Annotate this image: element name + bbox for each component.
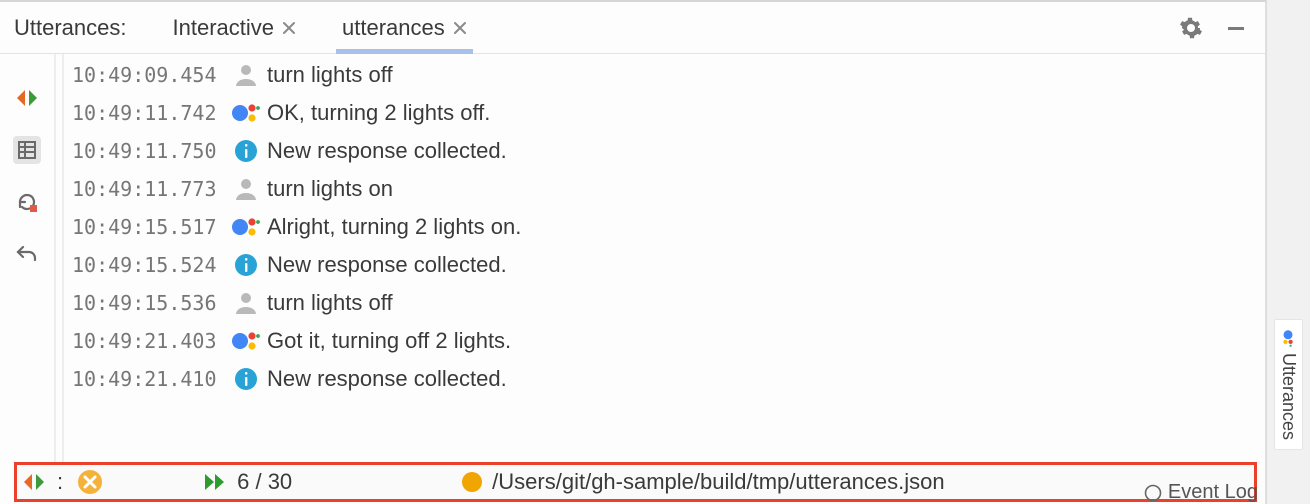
log-row: 10:49:21.410 New response collected. bbox=[64, 360, 1265, 398]
status-bar: : 6 / 30 /Users/git/gh-sample/build/tmp/… bbox=[14, 462, 1257, 502]
assistant-icon bbox=[227, 100, 265, 126]
close-icon[interactable] bbox=[282, 21, 296, 35]
panel-header: Utterances: Interactive utterances bbox=[0, 2, 1265, 54]
log-row: 10:49:15.536 turn lights off bbox=[64, 284, 1265, 322]
log-message: Got it, turning off 2 lights. bbox=[267, 328, 511, 354]
log-message: turn lights off bbox=[267, 290, 393, 316]
log-row: 10:49:21.425turn lights on bbox=[64, 398, 1265, 402]
log-message: turn lights on bbox=[267, 176, 393, 202]
assistant-icon bbox=[227, 214, 265, 240]
timestamp: 10:49:15.536 bbox=[72, 291, 227, 315]
timestamp: 10:49:11.773 bbox=[72, 177, 227, 201]
sidebar-tab-label: Utterances bbox=[1278, 353, 1299, 440]
tab-utterances[interactable]: utterances bbox=[338, 2, 471, 53]
run-toggle-icon[interactable] bbox=[23, 471, 45, 493]
gear-icon[interactable] bbox=[1179, 16, 1203, 40]
log-row: 10:49:11.773 turn lights on bbox=[64, 170, 1265, 208]
tab-interactive[interactable]: Interactive bbox=[169, 2, 301, 53]
sidebar-tab-utterances[interactable]: Utterances bbox=[1274, 319, 1303, 450]
event-log-link[interactable]: Event Log bbox=[1144, 481, 1258, 504]
right-sidebar: Utterances bbox=[1266, 0, 1310, 504]
log-row: 10:49:11.750 New response collected. bbox=[64, 132, 1265, 170]
info-icon bbox=[227, 139, 265, 163]
status-dot-icon bbox=[462, 472, 482, 492]
left-gutter bbox=[0, 54, 56, 462]
log-row: 10:49:09.454 turn lights off bbox=[64, 56, 1265, 94]
user-icon bbox=[227, 176, 265, 202]
tabs: Interactive utterances bbox=[169, 2, 471, 53]
assistant-icon bbox=[227, 328, 265, 354]
timestamp: 10:49:15.517 bbox=[72, 215, 227, 239]
log-row: 10:49:11.742 OK, turning 2 lights off. bbox=[64, 94, 1265, 132]
status-progress: 6 / 30 bbox=[237, 469, 292, 495]
log-message: New response collected. bbox=[267, 138, 507, 164]
rerun-icon[interactable] bbox=[13, 188, 41, 216]
minimize-icon[interactable] bbox=[1225, 17, 1247, 39]
close-icon[interactable] bbox=[453, 21, 467, 35]
timestamp: 10:49:21.403 bbox=[72, 329, 227, 353]
tab-label: Interactive bbox=[173, 15, 275, 41]
timestamp: 10:49:15.524 bbox=[72, 253, 227, 277]
log-row: 10:49:21.403 Got it, turning off 2 lights… bbox=[64, 322, 1265, 360]
layout-icon[interactable] bbox=[13, 136, 41, 164]
cancel-icon[interactable] bbox=[77, 469, 103, 495]
log-message: New response collected. bbox=[267, 252, 507, 278]
log-message: New response collected. bbox=[267, 366, 507, 392]
status-colon: : bbox=[57, 469, 63, 495]
log-row: 10:49:15.517 Alright, turning 2 lights on… bbox=[64, 208, 1265, 246]
assistant-icon bbox=[1280, 329, 1298, 347]
log-message: Alright, turning 2 lights on. bbox=[267, 214, 521, 240]
log-row: 10:49:15.524 New response collected. bbox=[64, 246, 1265, 284]
log-message: OK, turning 2 lights off. bbox=[267, 100, 490, 126]
panel-title: Utterances: bbox=[14, 15, 127, 41]
log-panel[interactable]: 10:49:09.454 turn lights off 10:49:11.742 O… bbox=[64, 54, 1265, 462]
timestamp: 10:49:09.454 bbox=[72, 63, 227, 87]
info-icon bbox=[227, 253, 265, 277]
tab-label: utterances bbox=[342, 15, 445, 41]
timestamp: 10:49:21.410 bbox=[72, 367, 227, 391]
timestamp: 10:49:11.742 bbox=[72, 101, 227, 125]
status-path: /Users/git/gh-sample/build/tmp/utterance… bbox=[492, 469, 944, 495]
log-message: turn lights off bbox=[267, 62, 393, 88]
timestamp: 10:49:11.750 bbox=[72, 139, 227, 163]
fast-forward-icon[interactable] bbox=[203, 472, 227, 492]
undo-icon[interactable] bbox=[13, 240, 41, 268]
run-toggle-icon[interactable] bbox=[13, 84, 41, 112]
user-icon bbox=[227, 290, 265, 316]
event-log-label: Event Log bbox=[1168, 481, 1258, 504]
info-icon bbox=[227, 367, 265, 391]
user-icon bbox=[227, 62, 265, 88]
